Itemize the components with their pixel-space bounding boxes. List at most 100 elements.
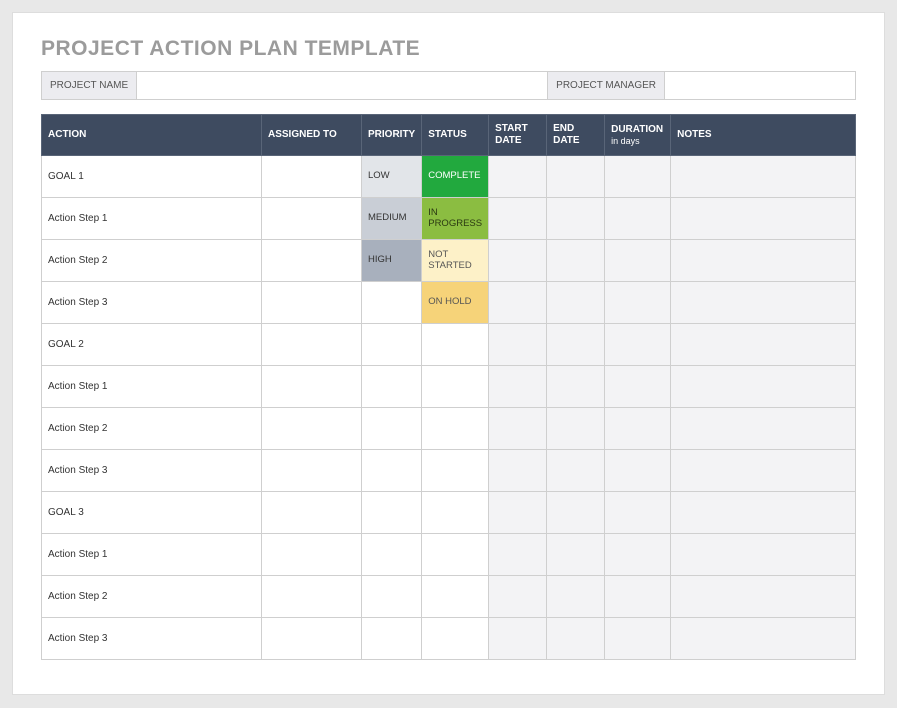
cell-start_date[interactable]: [489, 408, 547, 450]
cell-action[interactable]: GOAL 2: [42, 324, 262, 366]
cell-assigned_to[interactable]: [262, 156, 362, 198]
cell-status[interactable]: IN PROGRESS: [422, 198, 489, 240]
cell-assigned_to[interactable]: [262, 534, 362, 576]
cell-duration[interactable]: [605, 492, 671, 534]
cell-assigned_to[interactable]: [262, 366, 362, 408]
cell-status[interactable]: [422, 324, 489, 366]
cell-start_date[interactable]: [489, 324, 547, 366]
cell-notes[interactable]: [671, 450, 856, 492]
cell-notes[interactable]: [671, 324, 856, 366]
cell-notes[interactable]: [671, 156, 856, 198]
cell-duration[interactable]: [605, 324, 671, 366]
cell-assigned_to[interactable]: [262, 324, 362, 366]
cell-priority[interactable]: MEDIUM: [362, 198, 422, 240]
cell-priority[interactable]: [362, 366, 422, 408]
cell-priority[interactable]: [362, 450, 422, 492]
cell-action[interactable]: GOAL 1: [42, 156, 262, 198]
cell-end_date[interactable]: [547, 324, 605, 366]
cell-assigned_to[interactable]: [262, 240, 362, 282]
cell-end_date[interactable]: [547, 366, 605, 408]
cell-duration[interactable]: [605, 450, 671, 492]
cell-start_date[interactable]: [489, 534, 547, 576]
cell-notes[interactable]: [671, 408, 856, 450]
cell-start_date[interactable]: [489, 618, 547, 660]
cell-priority[interactable]: [362, 618, 422, 660]
cell-end_date[interactable]: [547, 576, 605, 618]
cell-end_date[interactable]: [547, 408, 605, 450]
col-end-date: END DATE: [547, 115, 605, 156]
cell-status[interactable]: [422, 534, 489, 576]
cell-assigned_to[interactable]: [262, 618, 362, 660]
cell-action[interactable]: Action Step 1: [42, 366, 262, 408]
cell-status[interactable]: [422, 450, 489, 492]
cell-action[interactable]: Action Step 1: [42, 534, 262, 576]
cell-end_date[interactable]: [547, 618, 605, 660]
cell-duration[interactable]: [605, 366, 671, 408]
cell-end_date[interactable]: [547, 450, 605, 492]
cell-priority[interactable]: HIGH: [362, 240, 422, 282]
cell-priority[interactable]: LOW: [362, 156, 422, 198]
cell-duration[interactable]: [605, 408, 671, 450]
cell-duration[interactable]: [605, 576, 671, 618]
cell-priority[interactable]: [362, 408, 422, 450]
cell-notes[interactable]: [671, 534, 856, 576]
cell-status[interactable]: [422, 618, 489, 660]
cell-action[interactable]: Action Step 3: [42, 618, 262, 660]
cell-duration[interactable]: [605, 282, 671, 324]
cell-duration[interactable]: [605, 534, 671, 576]
cell-action[interactable]: Action Step 2: [42, 408, 262, 450]
cell-notes[interactable]: [671, 492, 856, 534]
project-name-value[interactable]: [137, 72, 547, 99]
cell-duration[interactable]: [605, 618, 671, 660]
cell-action[interactable]: GOAL 3: [42, 492, 262, 534]
cell-start_date[interactable]: [489, 282, 547, 324]
cell-end_date[interactable]: [547, 534, 605, 576]
cell-end_date[interactable]: [547, 282, 605, 324]
cell-priority[interactable]: [362, 492, 422, 534]
cell-end_date[interactable]: [547, 156, 605, 198]
cell-action[interactable]: Action Step 3: [42, 450, 262, 492]
cell-assigned_to[interactable]: [262, 198, 362, 240]
cell-start_date[interactable]: [489, 198, 547, 240]
cell-priority[interactable]: [362, 282, 422, 324]
cell-assigned_to[interactable]: [262, 576, 362, 618]
cell-notes[interactable]: [671, 240, 856, 282]
cell-action[interactable]: Action Step 3: [42, 282, 262, 324]
cell-notes[interactable]: [671, 282, 856, 324]
cell-duration[interactable]: [605, 240, 671, 282]
cell-status[interactable]: [422, 576, 489, 618]
cell-start_date[interactable]: [489, 366, 547, 408]
cell-status[interactable]: [422, 408, 489, 450]
cell-end_date[interactable]: [547, 198, 605, 240]
cell-duration[interactable]: [605, 156, 671, 198]
cell-notes[interactable]: [671, 618, 856, 660]
cell-priority[interactable]: [362, 324, 422, 366]
cell-start_date[interactable]: [489, 450, 547, 492]
cell-priority[interactable]: [362, 534, 422, 576]
cell-status[interactable]: COMPLETE: [422, 156, 489, 198]
cell-action[interactable]: Action Step 2: [42, 576, 262, 618]
cell-status[interactable]: ON HOLD: [422, 282, 489, 324]
cell-assigned_to[interactable]: [262, 408, 362, 450]
cell-notes[interactable]: [671, 198, 856, 240]
cell-assigned_to[interactable]: [262, 282, 362, 324]
cell-start_date[interactable]: [489, 492, 547, 534]
cell-notes[interactable]: [671, 366, 856, 408]
cell-assigned_to[interactable]: [262, 450, 362, 492]
cell-end_date[interactable]: [547, 492, 605, 534]
cell-action[interactable]: Action Step 2: [42, 240, 262, 282]
project-manager-value[interactable]: [665, 72, 855, 99]
cell-notes[interactable]: [671, 576, 856, 618]
cell-action[interactable]: Action Step 1: [42, 198, 262, 240]
cell-end_date[interactable]: [547, 240, 605, 282]
cell-duration[interactable]: [605, 198, 671, 240]
document-page: PROJECT ACTION PLAN TEMPLATE PROJECT NAM…: [12, 12, 885, 695]
cell-status[interactable]: NOT STARTED: [422, 240, 489, 282]
cell-start_date[interactable]: [489, 240, 547, 282]
cell-priority[interactable]: [362, 576, 422, 618]
cell-status[interactable]: [422, 492, 489, 534]
cell-start_date[interactable]: [489, 576, 547, 618]
cell-status[interactable]: [422, 366, 489, 408]
cell-start_date[interactable]: [489, 156, 547, 198]
cell-assigned_to[interactable]: [262, 492, 362, 534]
